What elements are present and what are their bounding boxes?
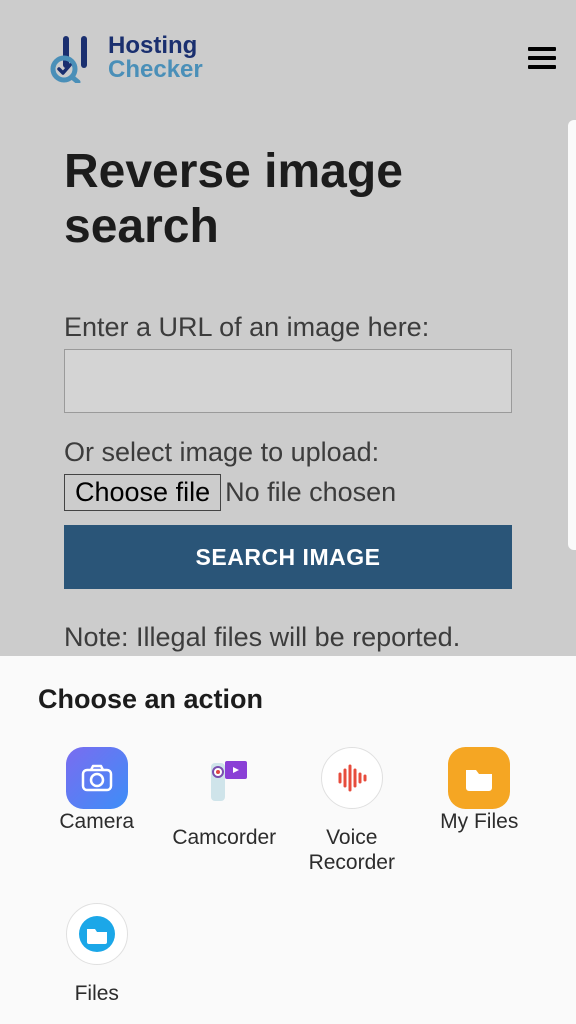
app-header: Hosting Checker bbox=[0, 0, 576, 116]
action-label: Files bbox=[75, 981, 119, 1006]
url-input-label: Enter a URL of an image here: bbox=[64, 312, 512, 343]
action-sheet: Choose an action Camera bbox=[0, 656, 576, 1024]
camera-icon bbox=[66, 747, 128, 809]
logo-text: Hosting Checker bbox=[108, 34, 203, 82]
my-files-icon bbox=[448, 747, 510, 809]
action-label: Camcorder bbox=[172, 825, 276, 850]
file-row: Choose file No file chosen bbox=[64, 474, 512, 511]
action-camera[interactable]: Camera bbox=[38, 747, 156, 875]
choose-file-button[interactable]: Choose file bbox=[64, 474, 221, 511]
logo-text-bottom: Checker bbox=[108, 58, 203, 82]
logo-icon bbox=[50, 33, 100, 83]
logo-text-top: Hosting bbox=[108, 34, 203, 58]
search-image-button[interactable]: SEARCH IMAGE bbox=[64, 525, 512, 589]
voice-recorder-icon bbox=[321, 747, 383, 809]
page-content: Reverse image search Enter a URL of an i… bbox=[0, 116, 576, 729]
page-title: Reverse image search bbox=[64, 144, 512, 254]
action-camcorder[interactable]: Camcorder bbox=[166, 747, 284, 875]
action-voice-recorder[interactable]: Voice Recorder bbox=[293, 747, 411, 875]
action-label: Voice Recorder bbox=[293, 825, 411, 875]
file-status: No file chosen bbox=[225, 477, 396, 508]
camcorder-icon bbox=[193, 747, 255, 809]
hamburger-menu-icon[interactable] bbox=[528, 47, 556, 69]
sheet-title: Choose an action bbox=[38, 684, 538, 715]
scroll-indicator bbox=[568, 120, 576, 550]
url-input[interactable] bbox=[64, 349, 512, 413]
action-grid: Camera Camcorder bbox=[38, 747, 538, 1007]
note-line-1: Note: Illegal files will be reported. bbox=[64, 619, 512, 655]
files-icon bbox=[66, 903, 128, 965]
action-label: Camera bbox=[59, 809, 134, 834]
action-files[interactable]: Files bbox=[38, 903, 156, 1006]
logo[interactable]: Hosting Checker bbox=[50, 33, 203, 83]
action-my-files[interactable]: My Files bbox=[421, 747, 539, 875]
action-label: My Files bbox=[440, 809, 518, 834]
upload-label: Or select image to upload: bbox=[64, 437, 512, 468]
